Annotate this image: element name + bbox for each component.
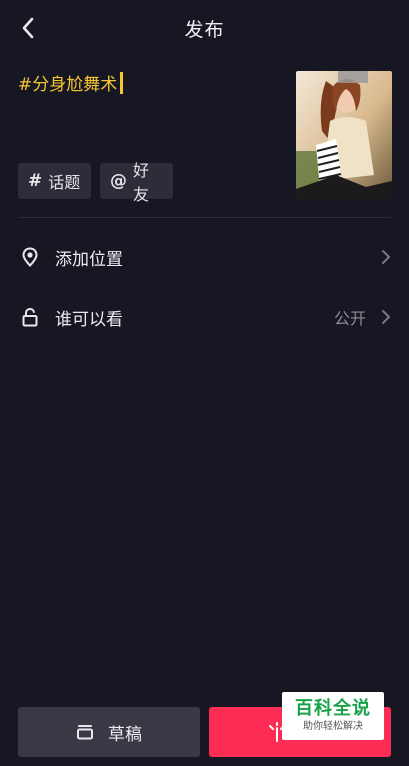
add-location-row[interactable]: 添加位置 bbox=[0, 227, 409, 287]
cover-image bbox=[296, 71, 392, 199]
at-sign-icon: @ bbox=[110, 171, 127, 191]
chevron-right-icon bbox=[379, 307, 393, 327]
location-pin-icon bbox=[19, 246, 41, 268]
top-bar: 发布 bbox=[0, 0, 409, 56]
watermark-logo: 百科全说 助你轻松解决 bbox=[282, 692, 384, 740]
watermark-subtitle: 助你轻松解决 bbox=[303, 721, 363, 732]
who-can-see-row[interactable]: 谁可以看 公开 bbox=[0, 287, 409, 347]
page-title: 发布 bbox=[184, 19, 225, 41]
mention-friend-chip[interactable]: @ 好友 bbox=[100, 161, 173, 204]
hashtag-icon: # bbox=[28, 171, 43, 191]
chevron-right-icon bbox=[379, 247, 393, 267]
draft-button-label: 草稿 bbox=[108, 724, 142, 745]
draft-button[interactable]: 草稿 bbox=[18, 707, 200, 757]
topic-chip[interactable]: # 话题 bbox=[18, 163, 91, 199]
divider bbox=[18, 217, 391, 218]
unlock-icon bbox=[19, 306, 41, 328]
caption-text: #分身尬舞术 bbox=[18, 75, 118, 95]
video-cover-thumbnail[interactable] bbox=[296, 71, 392, 199]
caption-input[interactable]: #分身尬舞术 bbox=[18, 70, 123, 95]
add-location-label: 添加位置 bbox=[55, 249, 123, 270]
draft-box-icon bbox=[76, 724, 94, 740]
watermark-title: 百科全说 bbox=[295, 698, 371, 719]
topic-chip-label: 话题 bbox=[48, 173, 81, 192]
who-can-see-label: 谁可以看 bbox=[55, 309, 123, 330]
text-cursor bbox=[120, 71, 123, 94]
mention-chip-label: 好友 bbox=[133, 161, 150, 204]
visibility-value: 公开 bbox=[333, 309, 366, 328]
